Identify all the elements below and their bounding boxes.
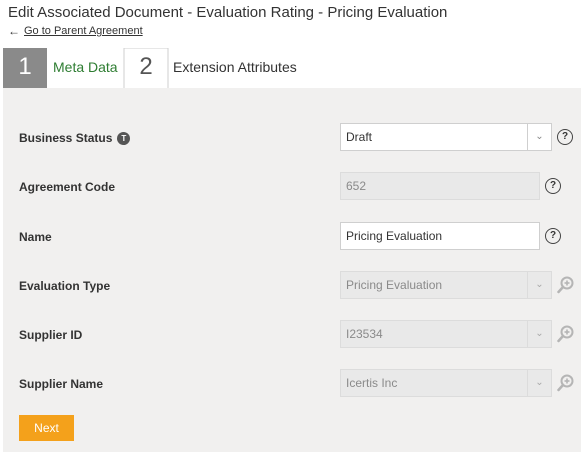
agreement-code-field: 652 xyxy=(340,172,540,200)
step-2-label[interactable]: Extension Attributes xyxy=(173,59,297,75)
chevron-down-icon: ⌄ xyxy=(527,272,551,298)
page-title: Edit Associated Document - Evaluation Ra… xyxy=(8,4,448,21)
supplier-name-row: Supplier Name Icertis Inc ⌄ xyxy=(3,369,581,399)
back-link[interactable]: ← Go to Parent Agreement xyxy=(8,25,143,37)
evaluation-type-value: Pricing Evaluation xyxy=(346,278,443,292)
supplier-id-row: Supplier ID I23534 ⌄ xyxy=(3,320,581,350)
chevron-down-icon[interactable]: ⌄ xyxy=(527,124,551,150)
business-status-label-text: Business Status xyxy=(19,131,113,145)
back-link-label[interactable]: Go to Parent Agreement xyxy=(24,25,143,37)
business-status-label: Business Status T xyxy=(19,131,131,145)
help-icon[interactable]: ? xyxy=(545,228,561,244)
name-input[interactable]: Pricing Evaluation xyxy=(340,222,540,250)
wizard-steps: 1 Meta Data 2 Extension Attributes xyxy=(0,48,583,106)
step-1-number: 1 xyxy=(18,53,32,80)
help-icon[interactable]: ? xyxy=(545,178,561,194)
arrow-left-icon: ← xyxy=(8,24,20,38)
next-button[interactable]: Next xyxy=(19,415,74,441)
supplier-id-label: Supplier ID xyxy=(19,328,83,342)
evaluation-type-row: Evaluation Type Pricing Evaluation ⌄ xyxy=(3,271,581,301)
lookup-search-icon[interactable] xyxy=(557,325,575,343)
business-status-value: Draft xyxy=(346,130,373,144)
form-panel: Business Status T Draft ⌄ ? Agreement Co… xyxy=(3,88,581,452)
business-status-select[interactable]: Draft ⌄ xyxy=(340,123,552,151)
supplier-name-label: Supplier Name xyxy=(19,377,104,391)
agreement-code-row: Agreement Code 652 ? xyxy=(3,172,581,202)
name-row: Name Pricing Evaluation ? xyxy=(3,222,581,252)
supplier-name-value: Icertis Inc xyxy=(346,376,398,390)
help-icon[interactable]: ? xyxy=(557,129,573,145)
chevron-down-icon: ⌄ xyxy=(527,321,551,347)
lookup-search-icon[interactable] xyxy=(557,276,575,294)
name-label: Name xyxy=(19,230,52,244)
evaluation-type-select: Pricing Evaluation ⌄ xyxy=(340,271,552,299)
business-status-row: Business Status T Draft ⌄ ? xyxy=(3,123,581,153)
evaluation-type-label: Evaluation Type xyxy=(19,279,111,293)
supplier-name-select: Icertis Inc ⌄ xyxy=(340,369,552,397)
supplier-id-value: I23534 xyxy=(346,327,383,341)
step-2-number: 2 xyxy=(139,53,153,80)
chevron-down-icon: ⌄ xyxy=(527,370,551,396)
agreement-code-label: Agreement Code xyxy=(19,180,116,194)
lookup-search-icon[interactable] xyxy=(557,374,575,392)
supplier-id-select: I23534 ⌄ xyxy=(340,320,552,348)
tooltip-badge-icon[interactable]: T xyxy=(117,131,131,145)
step-1-label[interactable]: Meta Data xyxy=(53,59,118,75)
